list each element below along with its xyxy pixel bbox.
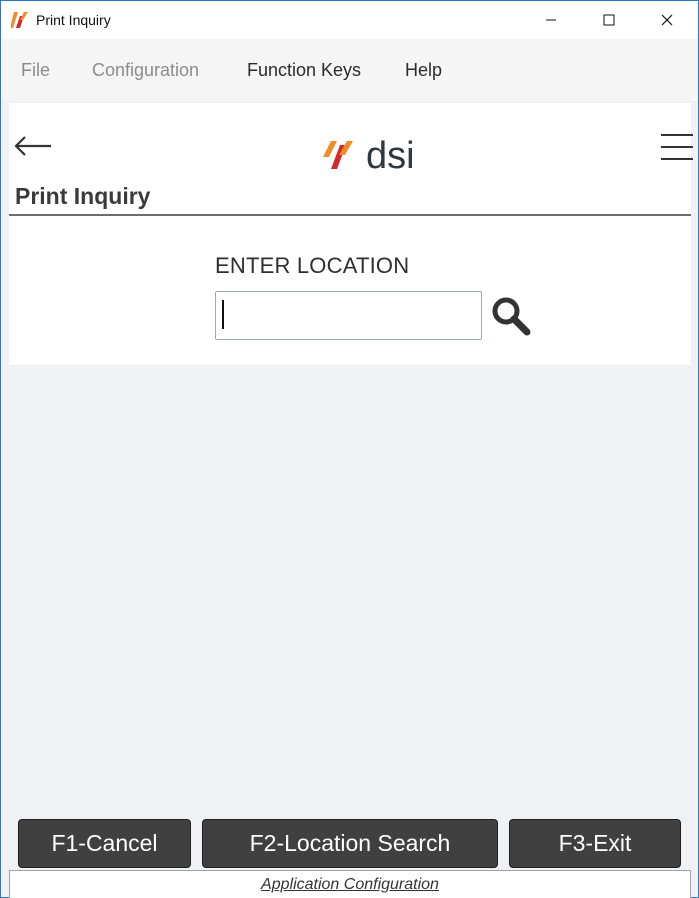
maximize-icon: [603, 14, 615, 26]
menu-help[interactable]: Help: [405, 60, 442, 81]
function-keys-bar: F1-Cancel F2-Location Search F3-Exit: [1, 819, 698, 869]
minimize-button[interactable]: [522, 1, 580, 39]
location-label: ENTER LOCATION: [215, 253, 410, 278]
logo-text: dsi: [366, 135, 415, 175]
menu-configuration[interactable]: Configuration: [92, 60, 199, 81]
f3-exit-button[interactable]: F3-Exit: [509, 819, 681, 868]
app-logo-icon: [11, 12, 28, 28]
close-icon: [661, 14, 673, 26]
dsi-logo: dsi: [323, 135, 415, 175]
location-input[interactable]: [215, 291, 482, 340]
window-title: Print Inquiry: [36, 12, 111, 28]
title-divider: [9, 214, 691, 216]
page-title: Print Inquiry: [15, 183, 151, 209]
search-icon[interactable]: [489, 295, 535, 337]
hamburger-menu-icon[interactable]: [661, 133, 693, 161]
footer: Application Configuration: [9, 870, 691, 898]
menu-bar: File Configuration Function Keys Help: [1, 39, 698, 101]
app-window: Print Inquiry File Configuration Functio…: [0, 0, 699, 898]
text-caret: [222, 300, 224, 329]
title-bar: Print Inquiry: [1, 1, 698, 39]
maximize-button[interactable]: [580, 1, 638, 39]
menu-function-keys[interactable]: Function Keys: [247, 60, 361, 81]
close-button[interactable]: [638, 1, 696, 39]
main-content: dsi Print Inquiry ENTER LOCATION: [9, 103, 693, 365]
f2-location-search-button[interactable]: F2-Location Search: [202, 819, 498, 868]
menu-file[interactable]: File: [21, 60, 50, 81]
back-arrow-icon[interactable]: [13, 133, 53, 159]
minimize-icon: [546, 19, 556, 21]
f1-cancel-button[interactable]: F1-Cancel: [18, 819, 191, 868]
application-configuration-link[interactable]: Application Configuration: [261, 876, 439, 894]
